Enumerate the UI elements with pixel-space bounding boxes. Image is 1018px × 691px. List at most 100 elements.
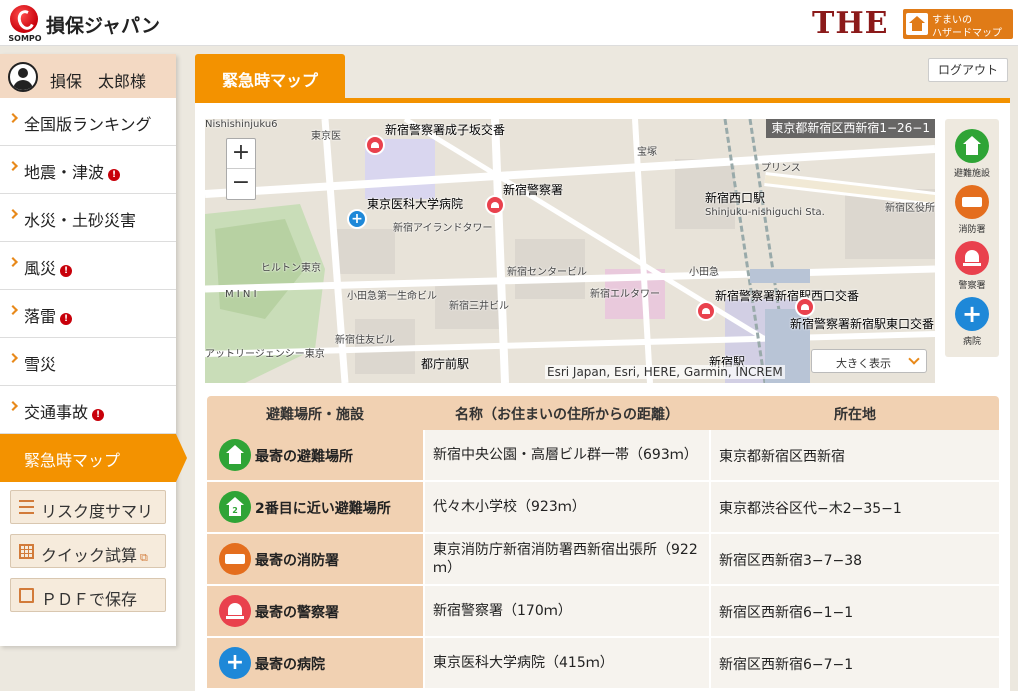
map-label: ヒルトン東京 — [261, 263, 321, 274]
hospital-icon: + — [955, 297, 989, 331]
user-icon — [8, 62, 38, 92]
fire-station-icon — [219, 543, 251, 575]
legend-fire[interactable]: 消防署 — [945, 185, 999, 235]
fire-station-icon — [955, 185, 989, 219]
map-label: 小田急第一生命ビル — [347, 291, 437, 302]
facility-type-cell: 最寄の消防署 — [207, 534, 423, 584]
the-logo: THE — [812, 6, 889, 41]
facility-name-cell: 代々木小学校（923ｍ） — [425, 482, 709, 532]
risk-summary-label: リスク度サマリ — [41, 502, 154, 521]
zoom-out-button[interactable]: − — [227, 169, 255, 199]
sidebar-item-text: 雪災 — [24, 355, 57, 374]
shelter-2-icon: 2 — [219, 491, 251, 523]
table-row: 最寄の警察署 新宿警察署（170ｍ） 新宿区西新宿6−1−1 — [207, 586, 999, 638]
sidebar-item-label: 水災・土砂災害 — [24, 207, 136, 231]
risk-summary-button[interactable]: リスク度サマリ — [10, 490, 166, 524]
hospital-marker[interactable]: + — [347, 209, 367, 229]
sidebar-item[interactable]: 雪災 — [0, 338, 176, 386]
save-pdf-label: ＰＤＦで保存 — [41, 590, 138, 609]
police-icon — [955, 241, 989, 275]
facility-name-cell: 東京消防庁新宿消防署西新宿出張所（922ｍ） — [425, 534, 709, 584]
chevron-right-icon — [8, 161, 18, 171]
sidebar-item-emergency-map[interactable]: 緊急時マップ — [0, 434, 187, 482]
police-marker[interactable] — [485, 195, 505, 215]
map-base — [205, 119, 935, 383]
alert-icon: ! — [60, 265, 73, 277]
facility-address-cell: 新宿区西新宿6−7−1 — [711, 638, 999, 688]
facility-address: 東京都新宿区西新宿 — [719, 449, 845, 465]
facility-type-cell: 2 2番目に近い避難場所 — [207, 482, 423, 532]
zoom-in-button[interactable]: + — [227, 139, 255, 169]
alert-icon: ! — [92, 409, 105, 421]
quick-estimate-label: クイック試算 ⧉ — [41, 542, 148, 566]
main-panel: 緊急時マップ ログアウト + − 東京都新宿区西新宿1−26−1 Nishish… — [195, 54, 1010, 691]
map-legend: 避難施設 消防署 警察署 + 病院 — [945, 119, 999, 357]
sidebar: 損保 太郎様 全国版ランキング 地震・津波! 水災・土砂災害 風災! 落雷! 雪災 交通事故… — [0, 54, 187, 646]
map-label: M I N I — [225, 289, 257, 300]
app-header: SOMPO 損保ジャパン THE すまいの ハザードマップ — [0, 0, 1018, 46]
sidebar-item-text: 落雷 — [24, 307, 57, 326]
sompo-logo-text: SOMPO — [8, 34, 42, 43]
legend-fire-label: 消防署 — [958, 225, 986, 235]
chevron-right-icon — [8, 305, 18, 315]
map-label: 宝塚 — [637, 147, 657, 158]
facility-name-cell: 新宿中央公園・高層ビル群一帯（693ｍ） — [425, 430, 709, 480]
facility-type: 最寄の警察署 — [255, 605, 339, 621]
legend-shelter-label: 避難施設 — [953, 169, 990, 179]
facility-type-cell: + 最寄の病院 — [207, 638, 423, 688]
alert-icon: ! — [60, 313, 73, 325]
sidebar-item[interactable]: 落雷! — [0, 290, 176, 338]
tab-label: 緊急時マップ — [222, 71, 319, 90]
shelter-number: 2 — [229, 505, 241, 516]
police-marker[interactable] — [365, 135, 385, 155]
sidebar-item-label: 地震・津波! — [24, 159, 121, 183]
police-marker[interactable] — [795, 297, 815, 317]
tab-emergency-map[interactable]: 緊急時マップ — [195, 54, 345, 100]
facility-address-cell: 東京都渋谷区代−木2−35−1 — [711, 482, 999, 532]
legend-police-label: 警察署 — [958, 281, 986, 291]
shelter-icon — [219, 439, 251, 471]
table-header: 避難場所・施設 名称（お住まいの住所からの距離） 所在地 — [207, 396, 999, 430]
facility-name: 代々木小学校（923ｍ） — [433, 499, 586, 515]
police-marker[interactable] — [696, 301, 716, 321]
sidebar-item[interactable]: 地震・津波! — [0, 146, 176, 194]
legend-shelter[interactable]: 避難施設 — [945, 129, 999, 179]
table-row: 2 2番目に近い避難場所 代々木小学校（923ｍ） 東京都渋谷区代−木2−35−1 — [207, 482, 999, 534]
facility-address-cell: 新宿区西新宿6−1−1 — [711, 586, 999, 636]
facility-address: 東京都渋谷区代−木2−35−1 — [719, 501, 902, 517]
chevron-right-icon — [8, 113, 18, 123]
legend-police[interactable]: 警察署 — [945, 241, 999, 291]
brand-name: 損保ジャパン — [46, 15, 161, 37]
facility-type: 2番目に近い避難場所 — [255, 501, 391, 517]
enlarge-map-button[interactable]: 大きく表示 — [811, 349, 927, 373]
save-pdf-button[interactable]: ＰＤＦで保存 — [10, 578, 166, 612]
sidebar-item[interactable]: 全国版ランキング — [0, 98, 176, 146]
facility-address: 新宿区西新宿3−7−38 — [719, 553, 863, 569]
zoom-control: + − — [226, 138, 256, 200]
map-label: 新宿住友ビル — [335, 335, 395, 346]
sidebar-item-text: 交通事故 — [24, 403, 89, 422]
table-row: + 最寄の病院 東京医科大学病院（415ｍ） 新宿区西新宿6−7−1 — [207, 638, 999, 690]
sompo-logo[interactable]: SOMPO — [6, 5, 42, 43]
map-view[interactable]: + − 東京都新宿区西新宿1−26−1 Nishishinjuku6 東京医 新… — [205, 119, 935, 383]
chevron-down-icon — [908, 353, 920, 365]
sidebar-item[interactable]: 水災・土砂災害 — [0, 194, 176, 242]
facility-address: 新宿区西新宿6−1−1 — [719, 605, 854, 621]
legend-hospital-label: 病院 — [962, 337, 981, 347]
map-address-tag: 東京都新宿区西新宿1−26−1 — [766, 119, 935, 138]
map-label: 小田急 — [689, 267, 719, 278]
column-header: 避難場所・施設 — [266, 407, 364, 423]
chevron-right-icon — [8, 353, 18, 363]
quick-estimate-button[interactable]: クイック試算 ⧉ — [10, 534, 166, 568]
legend-hospital[interactable]: + 病院 — [945, 297, 999, 347]
sidebar-item[interactable]: 風災! — [0, 242, 176, 290]
map-label: 新宿西口駅 — [705, 191, 766, 205]
logout-button[interactable]: ログアウト — [928, 58, 1008, 82]
facility-type-cell: 最寄の避難場所 — [207, 430, 423, 480]
sidebar-item-text: 地震・津波 — [24, 163, 105, 182]
facility-name-cell: 新宿警察署（170ｍ） — [425, 586, 709, 636]
map-label: 新宿エルタワー — [590, 289, 660, 300]
sidebar-item[interactable]: 交通事故! — [0, 386, 176, 434]
user-box: 損保 太郎様 — [0, 54, 176, 98]
facility-address-cell: 新宿区西新宿3−7−38 — [711, 534, 999, 584]
